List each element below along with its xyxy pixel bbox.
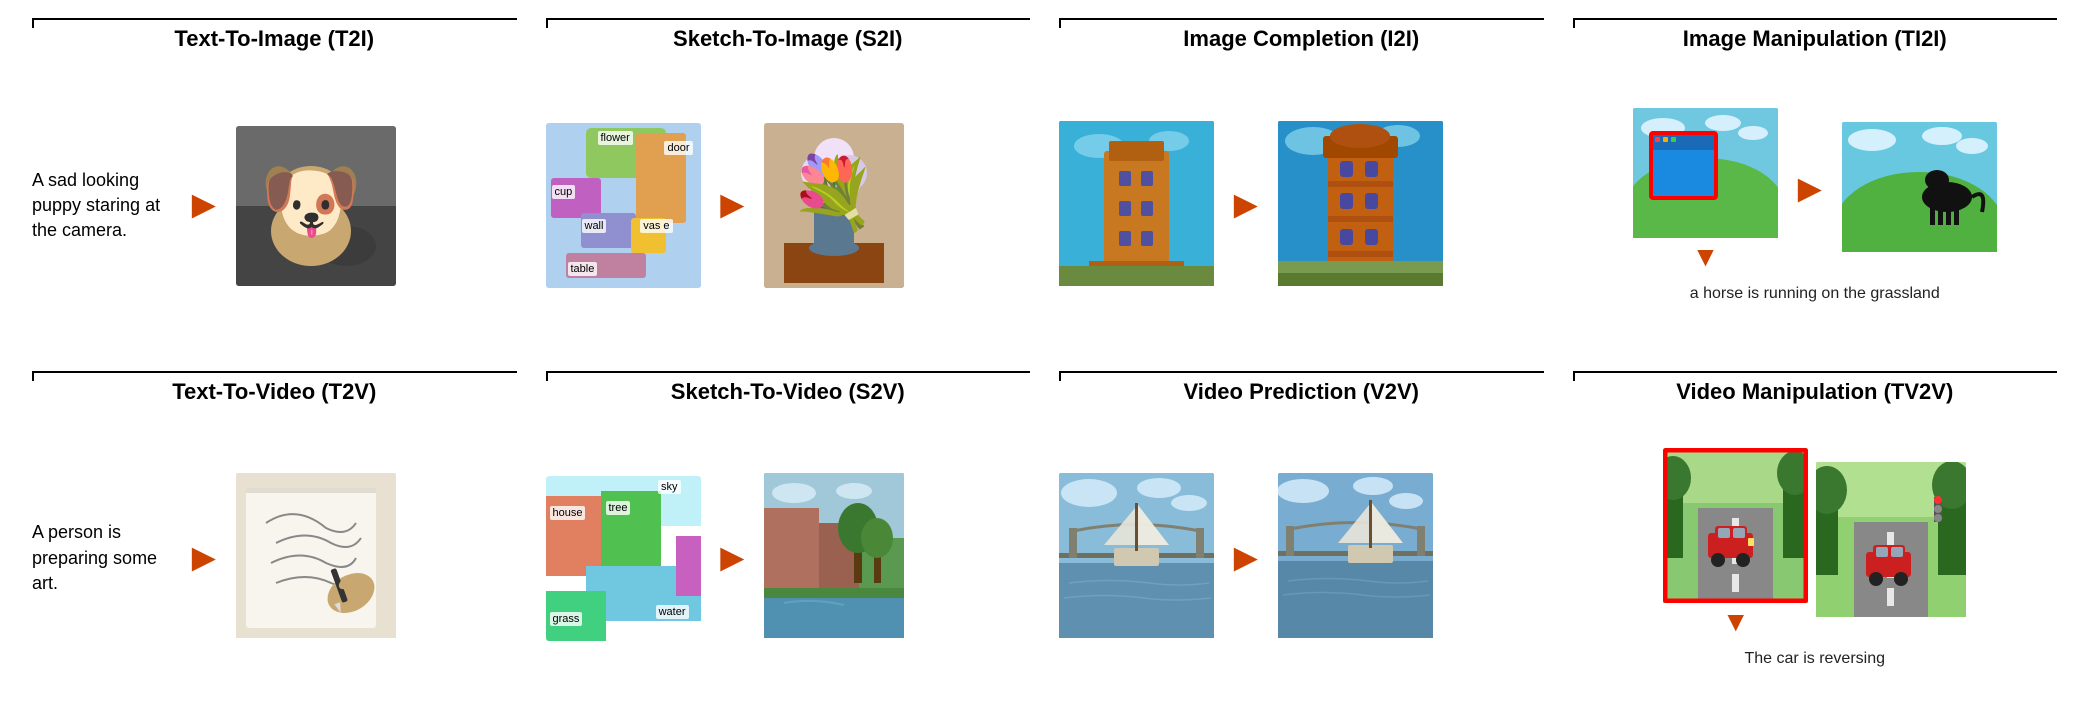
v2v-after-svg [1278,473,1433,638]
s2i-flower-svg [764,123,904,288]
ti2i-caption: a horse is running on the grassland [1573,285,2058,303]
s2i-title: Sketch-To-Image (S2I) [546,18,1031,52]
ti2i-images-row: ▼ ► [1633,108,1997,271]
s2i-content: flower door cup wall vas e table ► [546,62,1031,350]
v2v-after-box [1278,473,1433,643]
s2v-seg-map: sky house tree grass water [546,476,701,641]
t2v-text: A person is preparing some art. [32,520,172,596]
i2i-after-svg [1278,121,1443,286]
ti2i-before-box: ▼ [1633,108,1778,271]
s2i-arrow: ► [713,183,753,228]
t2v-image [236,473,396,643]
s2v-water-label: water [656,605,689,619]
s2v-sky-label: sky [658,480,681,494]
s2v-extra-area [676,536,701,596]
t2v-art-svg [236,473,396,638]
s2v-section: Sketch-To-Video (S2V) sky house tree gra… [534,363,1043,711]
s2v-tree-label: tree [606,501,631,515]
tv2v-before-svg [1663,448,1808,603]
s2i-vase-label: vas e [640,219,672,233]
ti2i-before-svg [1633,108,1778,238]
ti2i-content: ▼ ► [1573,62,2058,350]
tv2v-section: Video Manipulation (TV2V) [1561,363,2070,711]
tv2v-before-box: ▼ [1663,448,1808,636]
v2v-before-svg [1059,473,1214,638]
s2i-door-label: door [664,141,692,155]
s2v-content: sky house tree grass water ► [546,415,1031,703]
v2v-before-box [1059,473,1214,643]
main-container: Text-To-Image (T2I) A sad looking puppy … [0,0,2089,720]
s2i-result-box [764,123,904,288]
t2i-text: A sad looking puppy staring at the camer… [32,168,172,244]
t2i-content: A sad looking puppy staring at the camer… [32,62,517,350]
v2v-section: Video Prediction (V2V) [1047,363,1556,711]
i2i-content: ► [1059,62,1544,350]
tv2v-title: Video Manipulation (TV2V) [1573,371,2058,405]
v2v-content: ► [1059,415,1544,703]
s2v-grass-label: grass [550,612,583,626]
i2i-section: Image Completion (I2I) [1047,10,1556,358]
t2v-content: A person is preparing some art. ► [32,415,517,703]
s2v-arrow: ► [713,536,753,581]
ti2i-title: Image Manipulation (TI2I) [1573,18,2058,52]
t2i-image [236,126,396,286]
tv2v-after-box [1816,462,1966,622]
tv2v-after-svg [1816,462,1966,617]
s2i-wall-label: wall [582,219,607,233]
s2v-title: Sketch-To-Video (S2V) [546,371,1031,405]
i2i-arrow: ► [1226,183,1266,228]
tv2v-caption: The car is reversing [1573,650,2058,668]
i2i-before-svg [1059,121,1214,286]
ti2i-section: Image Manipulation (TI2I) [1561,10,2070,358]
t2v-section: Text-To-Video (T2V) A person is preparin… [20,363,529,711]
s2v-house-label: house [550,506,586,520]
s2i-seg-map: flower door cup wall vas e table [546,123,701,288]
ti2i-arrow: ► [1790,167,1830,212]
s2i-result-img [764,123,904,288]
tv2v-down-arrow: ▼ [1663,608,1808,636]
s2i-table-label: table [568,262,598,276]
ti2i-after-svg [1842,122,1997,252]
i2i-title: Image Completion (I2I) [1059,18,1544,52]
tv2v-content: ▼ ► [1573,415,2058,703]
t2v-title: Text-To-Video (T2V) [32,371,517,405]
v2v-title: Video Prediction (V2V) [1059,371,1544,405]
t2v-arrow: ► [184,536,224,581]
s2i-cup-label: cup [552,185,576,199]
t2i-puppy [236,126,396,286]
v2v-arrow: ► [1226,536,1266,581]
tv2v-images-row: ▼ ► [1663,448,1966,636]
s2v-result-box [764,473,904,643]
t2i-puppy-svg [236,126,396,286]
t2i-section: Text-To-Image (T2I) A sad looking puppy … [20,10,529,358]
i2i-before-box [1059,121,1214,291]
s2i-section: Sketch-To-Image (S2I) flower door cup wa… [534,10,1043,358]
t2i-title: Text-To-Image (T2I) [32,18,517,52]
i2i-after-box [1278,121,1443,291]
ti2i-after-box [1842,122,1997,257]
s2i-flower-label: flower [598,131,633,145]
s2v-result-svg [764,473,904,638]
ti2i-down-arrow: ▼ [1633,243,1778,271]
t2i-arrow: ► [184,183,224,228]
